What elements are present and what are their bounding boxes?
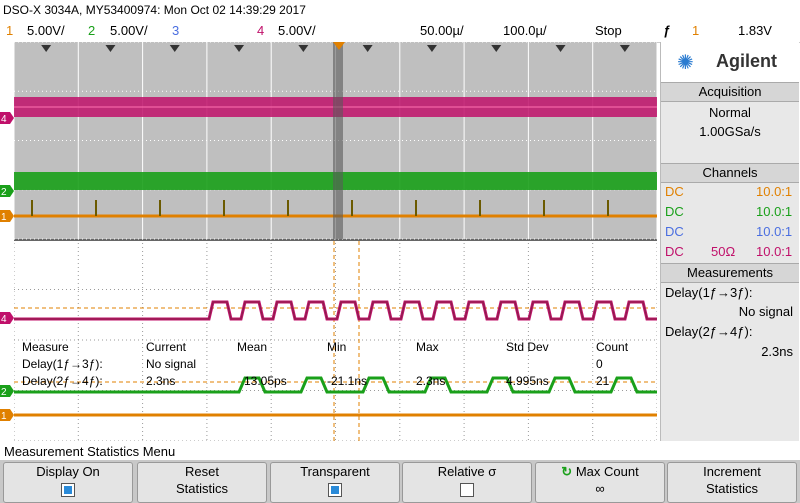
acquisition-title: Acquisition <box>661 82 799 102</box>
horizontal-delay[interactable]: 100.0µ/ <box>503 20 547 42</box>
meas1-value: No signal <box>738 304 793 319</box>
channel-markers: 4 2 1 4 2 1 <box>0 42 14 441</box>
brand-area: ✺ Agilent <box>661 42 799 82</box>
ch2-probe: 10.0:1 <box>756 204 793 219</box>
max-count-label: Max Count <box>575 464 639 479</box>
stats-row2-count: 21 <box>596 374 610 388</box>
transparent-label: Transparent <box>300 464 370 479</box>
increment-line1: Increment <box>703 464 761 479</box>
run-state[interactable]: Stop <box>595 20 622 42</box>
stats-header-min: Min <box>327 340 347 354</box>
stats-header-mean: Mean <box>237 340 268 354</box>
ch4-scale[interactable]: 5.00V/ <box>278 20 316 42</box>
ch2-scale[interactable]: 5.00V/ <box>110 20 148 42</box>
ch4-marker-bottom[interactable]: 4 <box>0 312 14 325</box>
statistics-table: Measure Current Mean Min Max Std Dev Cou… <box>22 340 652 390</box>
svg-text:2: 2 <box>1 387 7 398</box>
relative-sigma-softkey[interactable]: Relative σ <box>402 462 532 503</box>
ch2-number[interactable]: 2 <box>88 20 95 42</box>
ch3-coupling: DC <box>665 224 684 239</box>
right-info-panel: ✺ Agilent Acquisition Normal 1.00GSa/s C… <box>660 42 799 441</box>
relative-sigma-checkbox[interactable] <box>460 483 474 497</box>
brand-name: Agilent <box>716 51 777 71</box>
ch2-marker-top[interactable]: 2 <box>0 185 14 198</box>
acq-rate: 1.00GSa/s <box>699 124 761 139</box>
stats-row1-current: No signal <box>146 357 197 371</box>
stats-row2-mean: 13.05ps <box>244 374 287 388</box>
ch1-probe: 10.0:1 <box>756 184 793 199</box>
relative-sigma-label: Relative σ <box>437 464 497 479</box>
display-on-label: Display On <box>36 464 100 479</box>
stats-row2-max: 2.3ns <box>416 374 446 388</box>
ch3-probe: 10.0:1 <box>756 224 793 239</box>
ch1-marker-top[interactable]: 1 <box>0 210 14 223</box>
stats-row1-measure: Delay(1ƒ→3ƒ): <box>22 357 103 371</box>
increment-statistics-softkey[interactable]: Increment Statistics <box>667 462 797 503</box>
softkey-bar: Display On Reset Statistics Transparent … <box>0 460 800 503</box>
stats-row2-min: -21.1ns <box>327 374 368 388</box>
svg-text:1: 1 <box>1 411 7 422</box>
stats-row2-measure: Delay(2ƒ→4ƒ): <box>22 374 103 388</box>
stats-row2-stddev: 4.995ns <box>506 374 549 388</box>
reset-statistics-softkey[interactable]: Reset Statistics <box>137 462 267 503</box>
timebase-scale[interactable]: 50.00µ/ <box>420 20 464 42</box>
status-header: DSO-X 3034A, MY53400974: Mon Oct 02 14:3… <box>0 0 800 20</box>
ch1-number[interactable]: 1 <box>6 20 13 42</box>
svg-text:4: 4 <box>1 114 7 125</box>
ch4-number[interactable]: 4 <box>257 20 264 42</box>
ch4-marker-top[interactable]: 4 <box>0 112 14 125</box>
trigger-source[interactable]: 1 <box>692 20 699 42</box>
stats-header-max: Max <box>416 340 439 354</box>
ch4-probe: 10.0:1 <box>756 244 793 259</box>
channel-scale-bar: 1 5.00V/ 2 5.00V/ 3 4 5.00V/ 50.00µ/ 100… <box>0 20 800 43</box>
ch3-number[interactable]: 3 <box>172 20 179 42</box>
stats-row2-current: 2.3ns <box>146 374 176 388</box>
transparent-softkey[interactable]: Transparent <box>270 462 400 503</box>
display-on-checkbox[interactable] <box>61 483 75 497</box>
rotate-knob-icon: ↻ <box>561 464 573 479</box>
increment-line2: Statistics <box>705 481 758 496</box>
ch1-scale[interactable]: 5.00V/ <box>27 20 65 42</box>
svg-text:2: 2 <box>1 187 7 198</box>
model-serial-date: DSO-X 3034A, MY53400974: Mon Oct 02 14:3… <box>3 3 306 17</box>
display-on-softkey[interactable]: Display On <box>3 462 133 503</box>
ch1-coupling: DC <box>665 184 684 199</box>
meas1-label: Delay(1ƒ→3ƒ): <box>665 285 753 300</box>
menu-title: Measurement Statistics Menu <box>4 444 176 459</box>
svg-text:1: 1 <box>1 212 7 223</box>
reset-line1: Reset <box>185 464 219 479</box>
trigger-edge-icon: ƒ <box>663 23 671 38</box>
ch4-impedance: 50Ω <box>711 244 736 259</box>
meas2-label: Delay(2ƒ→4ƒ): <box>665 324 753 339</box>
stats-row1-count: 0 <box>596 357 603 371</box>
stats-header-current: Current <box>146 340 187 354</box>
zoom-window-marker <box>333 42 343 239</box>
transparent-checkbox[interactable] <box>328 483 342 497</box>
channel-marker-svg: 4 2 1 4 2 1 <box>0 112 14 422</box>
stats-header-stddev: Std Dev <box>506 340 549 354</box>
ch2-coupling: DC <box>665 204 684 219</box>
acq-mode: Normal <box>709 105 751 120</box>
stats-header-count: Count <box>596 340 629 354</box>
ch4-coupling: DC <box>665 244 684 259</box>
channels-title: Channels <box>661 163 799 183</box>
max-count-softkey[interactable]: ↻ Max Count ∞ <box>535 462 665 503</box>
measurements-title: Measurements <box>661 263 799 283</box>
reset-line2: Statistics <box>175 481 228 496</box>
ch2-marker-bottom[interactable]: 2 <box>0 385 14 398</box>
ch1-marker-bottom[interactable]: 1 <box>0 409 14 422</box>
svg-text:4: 4 <box>1 314 7 325</box>
agilent-spark-icon: ✺ <box>677 52 694 74</box>
max-count-value: ∞ <box>595 481 605 496</box>
trigger-level[interactable]: 1.83V <box>738 20 772 42</box>
meas2-value: 2.3ns <box>761 344 793 359</box>
stats-header-measure: Measure <box>22 340 69 354</box>
